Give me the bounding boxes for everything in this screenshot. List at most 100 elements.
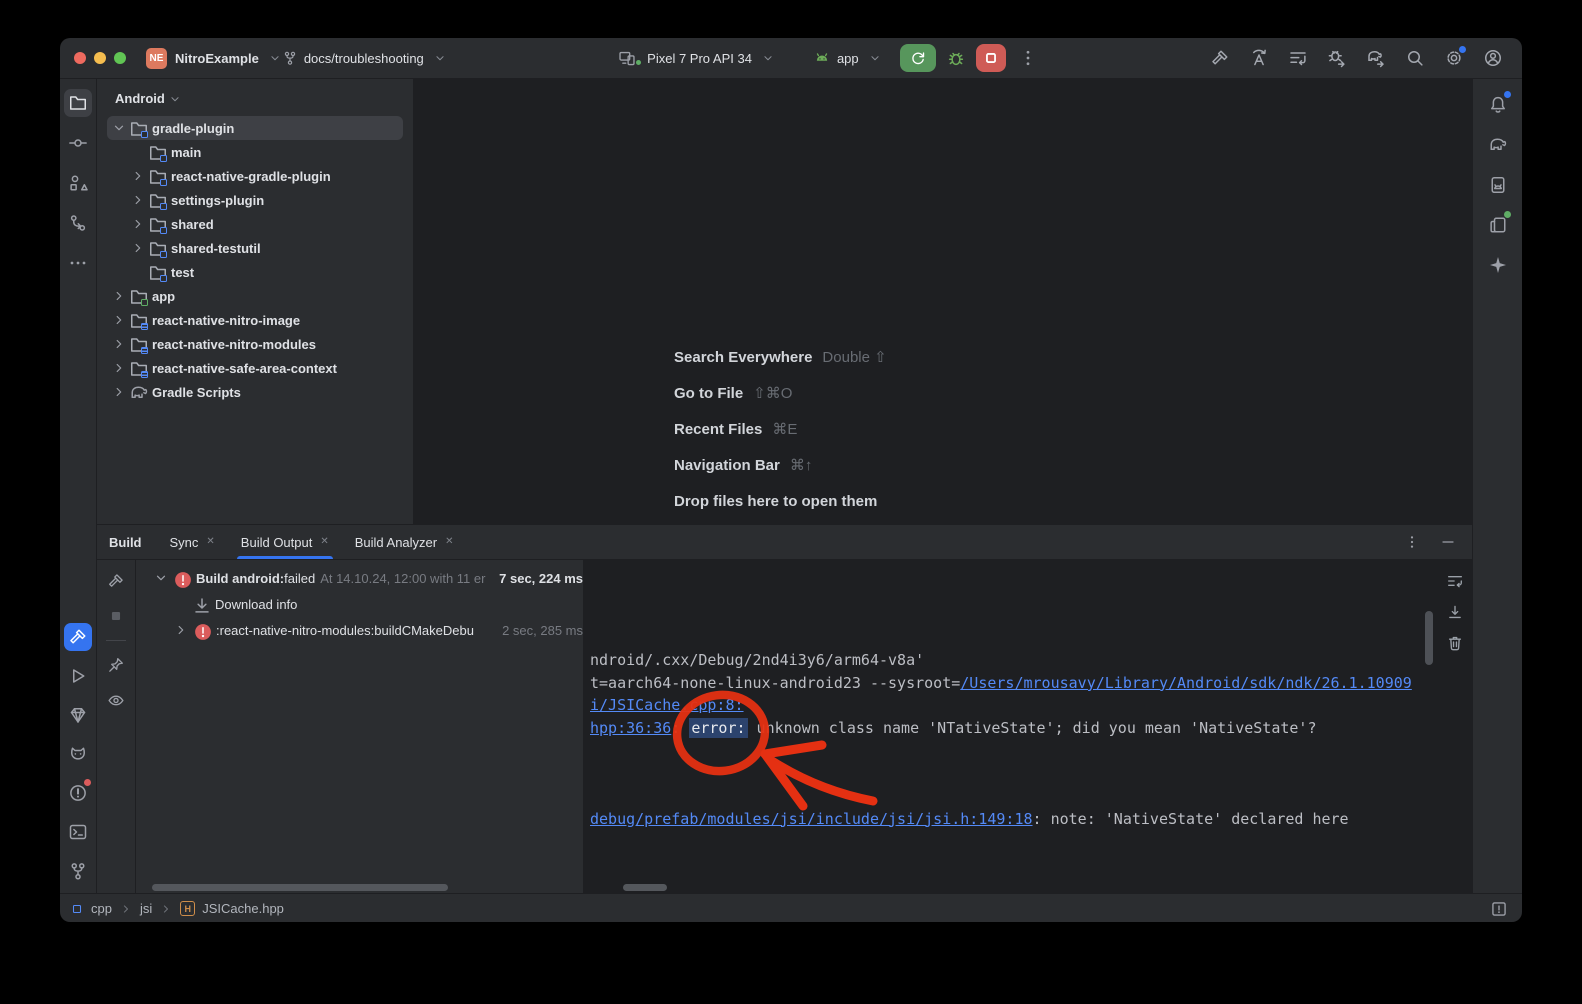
close-icon[interactable]: ✕ [206,537,214,547]
chevron-right-icon[interactable] [111,288,127,304]
event-log-icon[interactable] [1490,900,1508,918]
gemini-button[interactable] [1484,251,1512,279]
chevron-right-icon[interactable] [130,192,146,208]
chevron-right-icon[interactable] [111,384,127,400]
blue-badge-dot [1504,91,1511,98]
sync-gradle-button[interactable] [1365,47,1387,69]
filter-output-button[interactable] [103,687,129,713]
tree-item-label: gradle-plugin [152,121,234,136]
tab-build-output[interactable]: Build Output✕ [241,525,329,559]
debug-app-button[interactable] [946,48,966,68]
problems-button[interactable] [64,779,92,807]
tab-build-analyzer[interactable]: Build Analyzer✕ [355,525,454,559]
chevron-spacer [130,144,146,160]
breadcrumb-item-jsi[interactable]: jsi [140,901,152,916]
options-kebab-icon[interactable] [1404,534,1420,550]
tree-item-settings-plugin[interactable]: settings-plugin [107,188,403,212]
build-tree-row-download-info[interactable]: Download info [136,591,583,617]
account-button[interactable] [1482,47,1504,69]
console-line: t=aarch64-none-linux-android23 --sysroot… [590,672,1472,695]
chevron-right-icon[interactable] [111,360,127,376]
empty-editor-shortcuts: Search EverywhereDouble ⇧Go to File⇧⌘ORe… [674,332,887,512]
console-file-link[interactable]: debug/prefab/modules/jsi/include/jsi/jsi… [590,810,1033,828]
console-line [590,740,1472,763]
chevron-right-icon[interactable] [173,622,189,638]
minimize-panel-icon[interactable] [1440,534,1456,550]
chevron-right-icon[interactable] [111,336,127,352]
minimize-window-button[interactable] [94,52,106,64]
gradle-button[interactable] [1484,131,1512,159]
shortcut-row: Search EverywhereDouble ⇧ [674,347,887,368]
tree-item-shared[interactable]: shared [107,212,403,236]
breadcrumb-item-jsicache-hpp[interactable]: JSICache.hpp [202,901,284,916]
attach-debugger-button[interactable] [1326,47,1348,69]
close-icon[interactable]: ✕ [445,537,453,547]
horizontal-scrollbar[interactable] [152,884,448,891]
breadcrumb-item-cpp[interactable]: cpp [91,901,112,916]
tab-sync[interactable]: Sync✕ [170,525,215,559]
build-button[interactable] [1209,47,1231,69]
run-configuration-selector[interactable]: app [813,49,882,67]
version-control-button[interactable] [64,857,92,885]
tree-item-app[interactable]: app [107,284,403,308]
settings-button[interactable] [1443,47,1465,69]
profiler-button[interactable] [1287,47,1309,69]
structure-button[interactable] [64,169,92,197]
pin-tab-button[interactable] [103,652,129,678]
build-button[interactable] [64,623,92,651]
clear-all-button[interactable] [1446,634,1464,652]
branch-selector[interactable]: docs/troubleshooting [282,50,447,66]
console-file-link[interactable]: /Users/mrousavy/Library/Android/sdk/ndk/… [960,674,1412,692]
stop-build-button[interactable] [103,603,129,629]
logcat-button[interactable] [64,740,92,768]
zoom-window-button[interactable] [114,52,126,64]
stop-app-button[interactable] [976,44,1006,72]
project-icon: NE [146,48,167,69]
project-selector[interactable]: NitroExample [175,51,282,66]
running-devices-button[interactable] [1484,211,1512,239]
tree-item-main[interactable]: main [107,140,403,164]
tree-item-gradle-scripts[interactable]: Gradle Scripts [107,380,403,404]
chevron-right-icon[interactable] [111,312,127,328]
terminal-button[interactable] [64,818,92,846]
rerun-build-button[interactable] [103,568,129,594]
tree-item-react-native-nitro-modules[interactable]: react-native-nitro-modules [107,332,403,356]
chevron-right-icon [159,902,173,916]
vertical-scrollbar[interactable] [1425,611,1433,665]
horizontal-scrollbar[interactable] [623,884,667,891]
build-tree-row-build-android[interactable]: Build android: failedAt 14.10.24, 12:00 … [136,565,583,591]
tree-item-test[interactable]: test [107,260,403,284]
chevron-right-icon[interactable] [130,240,146,256]
console-file-link[interactable]: hpp:36:36 [590,719,671,737]
more-tool-windows-button[interactable] [64,249,92,277]
device-selector[interactable]: Pixel 7 Pro API 34 [618,49,775,67]
search-everywhere-button[interactable] [1404,47,1426,69]
chevron-down-icon[interactable] [153,570,169,586]
tree-item-shared-testutil[interactable]: shared-testutil [107,236,403,260]
close-icon[interactable]: ✕ [320,537,328,547]
tree-item-react-native-gradle-plugin[interactable]: react-native-gradle-plugin [107,164,403,188]
app-quality-insights-button[interactable] [64,701,92,729]
chevron-right-icon[interactable] [130,216,146,232]
commit-button[interactable] [64,129,92,157]
tree-item-react-native-nitro-image[interactable]: react-native-nitro-image [107,308,403,332]
notifications-button[interactable] [1484,91,1512,119]
left-tool-window-bar [60,79,97,893]
tree-item-gradle-plugin[interactable]: gradle-plugin [107,116,403,140]
rerun-app-button[interactable] [900,44,936,72]
scroll-to-end-button[interactable] [1446,603,1464,621]
project-button[interactable] [64,89,92,117]
device-manager-button[interactable] [1484,171,1512,199]
more-run-options-button[interactable] [1018,48,1038,68]
project-view-selector[interactable]: Android [115,91,165,106]
tree-item-react-native-safe-area-context[interactable]: react-native-safe-area-context [107,356,403,380]
chevron-right-icon[interactable] [130,168,146,184]
chevron-down-icon[interactable] [111,120,127,136]
pull-requests-button[interactable] [64,209,92,237]
soft-wrap-button[interactable] [1446,572,1464,590]
console-file-link[interactable]: i/JSICache.cpp:8: [590,696,744,714]
apply-changes-button[interactable] [1248,47,1270,69]
build-tree-row-react-native-nitro-modules-buildcmakedebu[interactable]: :react-native-nitro-modules:buildCMakeDe… [136,617,583,643]
close-window-button[interactable] [74,52,86,64]
run-button[interactable] [64,662,92,690]
